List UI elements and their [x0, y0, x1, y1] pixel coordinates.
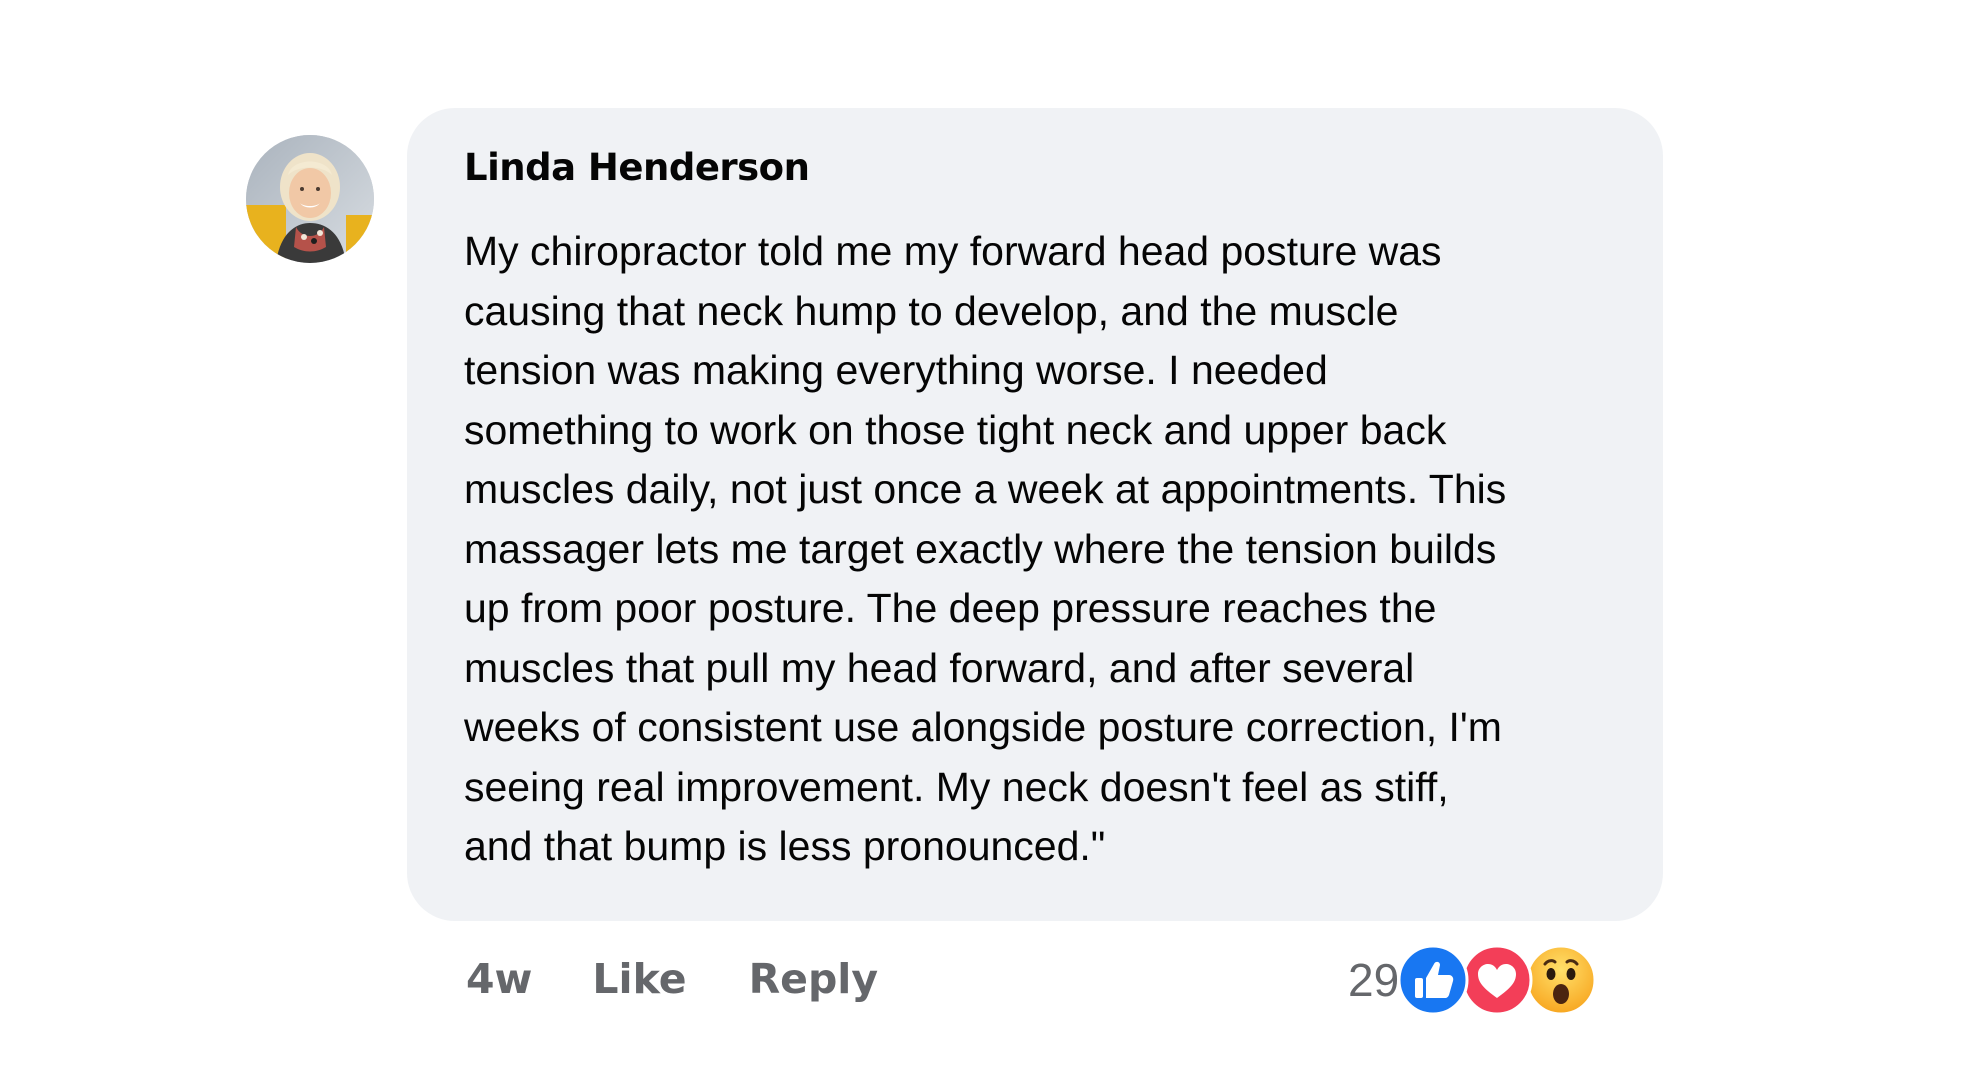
reactions-summary[interactable]: 29	[1348, 944, 1597, 1016]
comment-timestamp[interactable]: 4w	[466, 955, 532, 1003]
reply-button[interactable]: Reply	[749, 955, 879, 1003]
avatar-image	[246, 135, 374, 263]
comment-text: My chiropractor told me my forward head …	[464, 228, 1507, 869]
reaction-count: 29	[1348, 954, 1400, 1006]
comment-author[interactable]: Linda Henderson	[464, 138, 1607, 198]
avatar[interactable]	[246, 135, 374, 263]
love-icon	[1461, 944, 1533, 1016]
comment-bubble: Linda Henderson My chiropractor told me …	[407, 108, 1663, 921]
like-button[interactable]: Like	[592, 955, 686, 1003]
like-icon	[1397, 944, 1469, 1016]
comment: Linda Henderson My chiropractor told me …	[0, 0, 1980, 1080]
comment-actions: 4w Like Reply	[466, 948, 940, 1010]
wow-icon	[1525, 944, 1597, 1016]
